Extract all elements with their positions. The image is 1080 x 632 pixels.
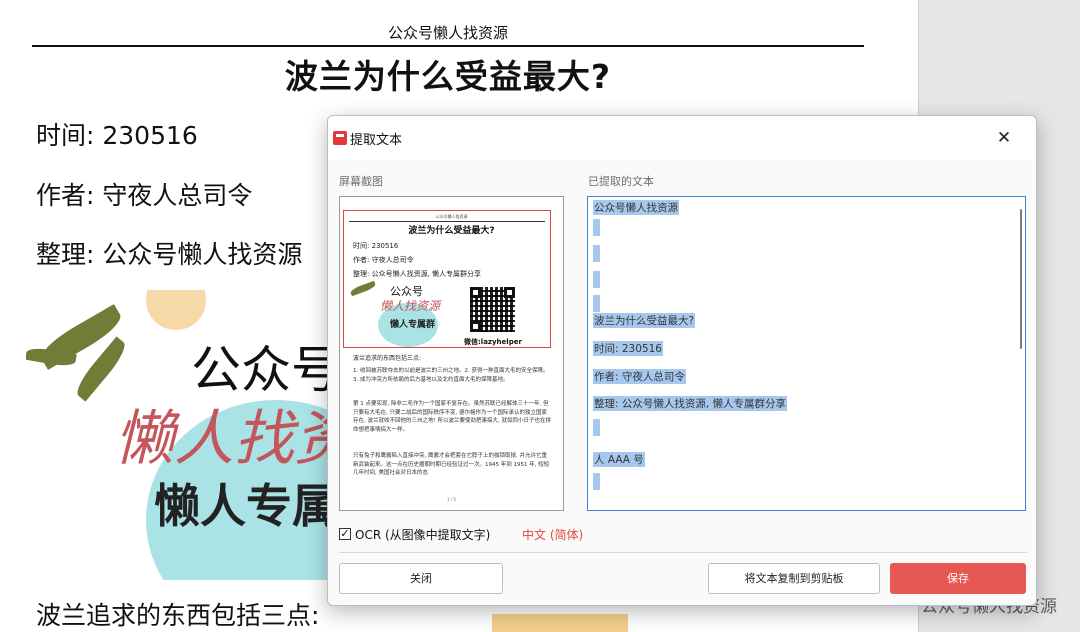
extracted-blank-line[interactable] [593, 295, 600, 312]
extract-text-dialog: 提取文本 ✕ 屏幕截图 已提取的文本 公众号懒人找资源 波兰为什么受益最大? 时… [327, 115, 1037, 606]
document-header: 公众号懒人找资源 [387, 24, 508, 42]
extracted-blank-line[interactable] [593, 219, 600, 236]
extracted-line[interactable]: 作者: 守夜人总司令 [593, 369, 686, 384]
dialog-titlebar[interactable]: 提取文本 ✕ [328, 116, 1036, 160]
capture-selection-rect [343, 210, 551, 348]
extracted-text-label: 已提取的文本 [588, 175, 654, 188]
extracted-line[interactable]: 公众号懒人找资源 [593, 200, 679, 215]
document-author: 作者: 守夜人总司令 [36, 181, 253, 210]
extracted-blank-line[interactable] [593, 271, 600, 288]
thumb-paragraph-2: 第 1 点要实现, 除非二毛作为一个国家不复存在。虽然苏联已经解体三十一年, 但… [353, 401, 551, 433]
header-rule [32, 45, 864, 47]
app-icon [333, 131, 347, 145]
banner-flower [146, 290, 206, 330]
extracted-blank-line[interactable] [593, 245, 600, 262]
banner-text-3: 懒人专属群 [154, 479, 346, 533]
extracted-line[interactable]: 整理: 公众号懒人找资源, 懒人专属群分享 [593, 396, 788, 411]
ocr-checkbox[interactable]: ✓ [339, 528, 351, 540]
dialog-title: 提取文本 [350, 133, 403, 148]
banner-text-2: 懒人找资源 [114, 404, 346, 474]
screenshot-label: 屏幕截图 [339, 175, 383, 188]
thumb-paragraph-3: 只有兔子和鹰酱陷入直接冲突, 鹰酱才会把套在它脖子上的枷锁取掉, 并允许它重新武… [353, 453, 550, 477]
ocr-language-link[interactable]: 中文 (简体) [522, 526, 583, 543]
document-editor: 整理: 公众号懒人找资源 [36, 240, 303, 269]
extracted-blank-line[interactable] [593, 419, 600, 436]
extracted-line[interactable]: 波兰为什么受益最大? [593, 313, 696, 328]
extracted-text-area[interactable]: 公众号懒人找资源 波兰为什么受益最大? 时间: 230516 作者: 守夜人总司… [587, 196, 1026, 511]
thumb-paragraph-1: 1. 收回被苏联夺去的以前是波兰的三州之地。2. 获得一种直面大毛的安全保障。3… [353, 368, 549, 383]
extracted-blank-line[interactable] [593, 473, 600, 490]
screenshot-preview: 公众号懒人找资源 波兰为什么受益最大? 时间: 230516 作者: 守夜人总司… [339, 196, 564, 511]
thumb-section: 波兰追求的东西包括三点: [353, 355, 422, 362]
text-scrollbar[interactable] [1020, 209, 1022, 349]
document-section-heading: 波兰追求的东西包括三点: [36, 601, 320, 630]
save-button[interactable]: 保存 [890, 563, 1026, 594]
document-note-highlight [492, 614, 628, 632]
document-title: 波兰为什么受益最大? [284, 57, 612, 96]
close-button[interactable]: 关闭 [339, 563, 503, 594]
extracted-line[interactable]: 人 AAA 号 [593, 452, 645, 467]
close-icon[interactable]: ✕ [988, 125, 1020, 151]
ocr-label[interactable]: OCR (从图像中提取文字) [355, 526, 490, 543]
thumb-page-number: 1 / 5 [447, 497, 456, 502]
document-time: 时间: 230516 [36, 121, 198, 150]
extracted-line[interactable]: 时间: 230516 [593, 341, 663, 356]
copy-to-clipboard-button[interactable]: 将文本复制到剪贴板 [708, 563, 880, 594]
footer-divider [339, 552, 1027, 553]
document-banner-image: 公众号 懒人找资源 懒人专属群 [26, 290, 346, 580]
